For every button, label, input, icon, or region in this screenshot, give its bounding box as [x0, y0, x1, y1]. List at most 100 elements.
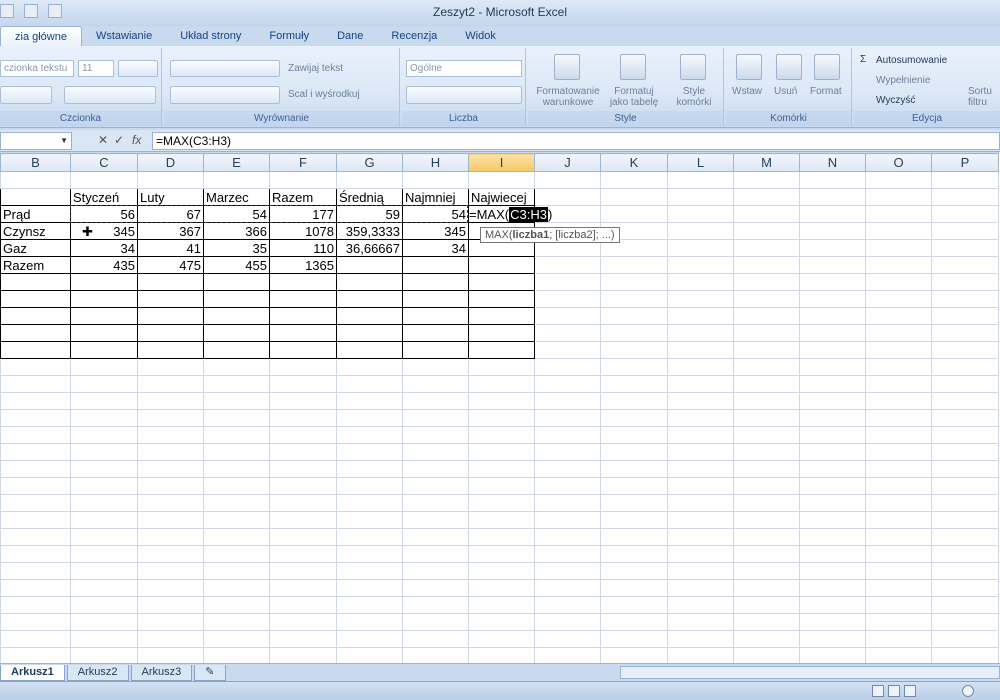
number-format-buttons[interactable] — [406, 86, 522, 104]
delete-cells-button[interactable]: Usuń — [774, 86, 797, 97]
table-cell[interactable]: 345 — [70, 222, 138, 240]
tab-insert[interactable]: Wstawianie — [82, 26, 166, 46]
row-label-cell[interactable]: Czynsz — [0, 222, 71, 240]
sum-icon[interactable]: Σ — [860, 54, 866, 65]
chevron-down-icon[interactable]: ▼ — [60, 136, 68, 145]
vertical-align-buttons[interactable] — [170, 60, 280, 77]
table-cell[interactable]: 345 — [402, 222, 469, 240]
column-header[interactable]: D — [137, 153, 204, 172]
table-header-cell[interactable]: Najmniej — [402, 188, 469, 206]
table-cell[interactable]: 359,3333 — [336, 222, 403, 240]
table-cell[interactable] — [336, 256, 403, 274]
format-cells-button[interactable]: Format — [810, 86, 842, 97]
font-grow-shrink-buttons[interactable] — [118, 60, 158, 77]
table-cell[interactable] — [402, 256, 469, 274]
save-icon[interactable] — [0, 4, 14, 18]
insert-sheet-icon[interactable]: ✎ — [194, 665, 226, 681]
table-cell[interactable]: 110 — [269, 239, 337, 257]
table-cell[interactable]: 56 — [70, 205, 138, 223]
border-fill-color-buttons[interactable] — [64, 86, 156, 104]
insert-function-icon[interactable]: fx — [132, 133, 141, 147]
cell-styles-button[interactable]: Style komórki — [668, 86, 720, 108]
tab-view[interactable]: Widok — [451, 26, 510, 46]
insert-cells-icon[interactable] — [736, 54, 762, 80]
cancel-icon[interactable]: ✕ — [98, 133, 108, 147]
format-cells-icon[interactable] — [814, 54, 840, 80]
table-cell[interactable] — [0, 188, 71, 206]
wrap-text-button[interactable]: Zawijaj tekst — [288, 63, 343, 74]
tab-page-layout[interactable]: Układ strony — [166, 26, 255, 46]
table-header-cell[interactable]: Marzec — [203, 188, 270, 206]
sheet-tab-arkusz3[interactable]: Arkusz3 — [130, 665, 193, 681]
table-cell[interactable]: 36,66667 — [336, 239, 403, 257]
cell-styles-icon[interactable] — [680, 54, 706, 80]
table-cell[interactable]: 54 — [402, 205, 469, 223]
table-cell[interactable]: 367 — [137, 222, 204, 240]
column-header[interactable]: E — [203, 153, 270, 172]
normal-view-icon[interactable] — [872, 685, 884, 697]
table-header-cell[interactable]: Razem — [269, 188, 337, 206]
column-header[interactable]: B — [0, 153, 71, 172]
table-header-cell[interactable]: Średnią — [336, 188, 403, 206]
column-header[interactable]: O — [865, 153, 932, 172]
table-cell[interactable] — [468, 256, 535, 274]
autosum-button[interactable]: Autosumowanie — [876, 55, 947, 66]
name-box[interactable]: ▼ — [0, 132, 72, 150]
table-cell[interactable]: 59 — [336, 205, 403, 223]
zoom-out-icon[interactable] — [962, 685, 974, 697]
table-cell[interactable]: 41 — [137, 239, 204, 257]
sheet-tab-arkusz2[interactable]: Arkusz2 — [66, 665, 129, 681]
row-label-cell[interactable]: Razem — [0, 256, 71, 274]
font-name-combo[interactable]: czionka tekstu — [0, 60, 74, 77]
page-break-view-icon[interactable] — [904, 685, 916, 697]
page-layout-view-icon[interactable] — [888, 685, 900, 697]
table-cell[interactable]: 1365 — [269, 256, 337, 274]
clear-button[interactable]: Wyczyść — [876, 95, 915, 106]
table-cell[interactable]: 67 — [137, 205, 204, 223]
table-cell[interactable]: 455 — [203, 256, 270, 274]
cell-edit-text[interactable]: =MAX(C3:H3) — [469, 207, 569, 224]
table-header-cell[interactable]: Luty — [137, 188, 204, 206]
tab-data[interactable]: Dane — [323, 26, 377, 46]
redo-icon[interactable] — [48, 4, 62, 18]
table-cell[interactable]: 475 — [137, 256, 204, 274]
insert-cells-button[interactable]: Wstaw — [732, 86, 762, 97]
column-header[interactable]: F — [269, 153, 337, 172]
column-header[interactable]: N — [799, 153, 866, 172]
table-header-cell[interactable]: Najwiecej — [468, 188, 535, 206]
format-table-icon[interactable] — [620, 54, 646, 80]
tab-review[interactable]: Recenzja — [377, 26, 451, 46]
horizontal-scrollbar[interactable] — [620, 666, 1000, 679]
table-cell[interactable]: 435 — [70, 256, 138, 274]
merge-center-button[interactable]: Scal i wyśrodkuj — [288, 89, 360, 100]
number-format-combo[interactable]: Ogólne — [406, 60, 522, 77]
column-header[interactable]: P — [931, 153, 999, 172]
column-header[interactable]: C — [70, 153, 138, 172]
column-header[interactable]: H — [402, 153, 469, 172]
sheet-tab-arkusz1[interactable]: Arkusz1 — [0, 665, 65, 681]
row-label-cell[interactable]: Prąd — [0, 205, 71, 223]
table-cell[interactable]: 177 — [269, 205, 337, 223]
horizontal-align-buttons[interactable] — [170, 86, 280, 104]
sort-filter-button[interactable]: Sortu filtru — [968, 86, 992, 108]
table-cell[interactable]: 366 — [203, 222, 270, 240]
table-cell[interactable]: 1078 — [269, 222, 337, 240]
table-cell[interactable]: 35 — [203, 239, 270, 257]
undo-icon[interactable] — [24, 4, 38, 18]
column-header[interactable]: M — [733, 153, 800, 172]
table-cell[interactable]: 34 — [70, 239, 138, 257]
conditional-format-icon[interactable] — [554, 54, 580, 80]
column-header-selected[interactable]: I — [468, 153, 535, 172]
tab-formulas[interactable]: Formuły — [255, 26, 323, 46]
fill-button[interactable]: Wypełnienie — [876, 75, 930, 86]
bold-italic-underline-buttons[interactable] — [0, 86, 52, 104]
table-cell[interactable]: 34 — [402, 239, 469, 257]
conditional-format-button[interactable]: Formatowanie warunkowe — [532, 86, 604, 108]
formula-input[interactable]: =MAX(C3:H3) — [152, 132, 1000, 150]
table-cell[interactable]: 54 — [203, 205, 270, 223]
format-table-button[interactable]: Formatuj jako tabelę — [604, 86, 664, 108]
tab-home[interactable]: zia główne — [0, 26, 82, 46]
column-header[interactable]: G — [336, 153, 403, 172]
delete-cells-icon[interactable] — [776, 54, 802, 80]
table-header-cell[interactable]: Styczeń — [70, 188, 138, 206]
